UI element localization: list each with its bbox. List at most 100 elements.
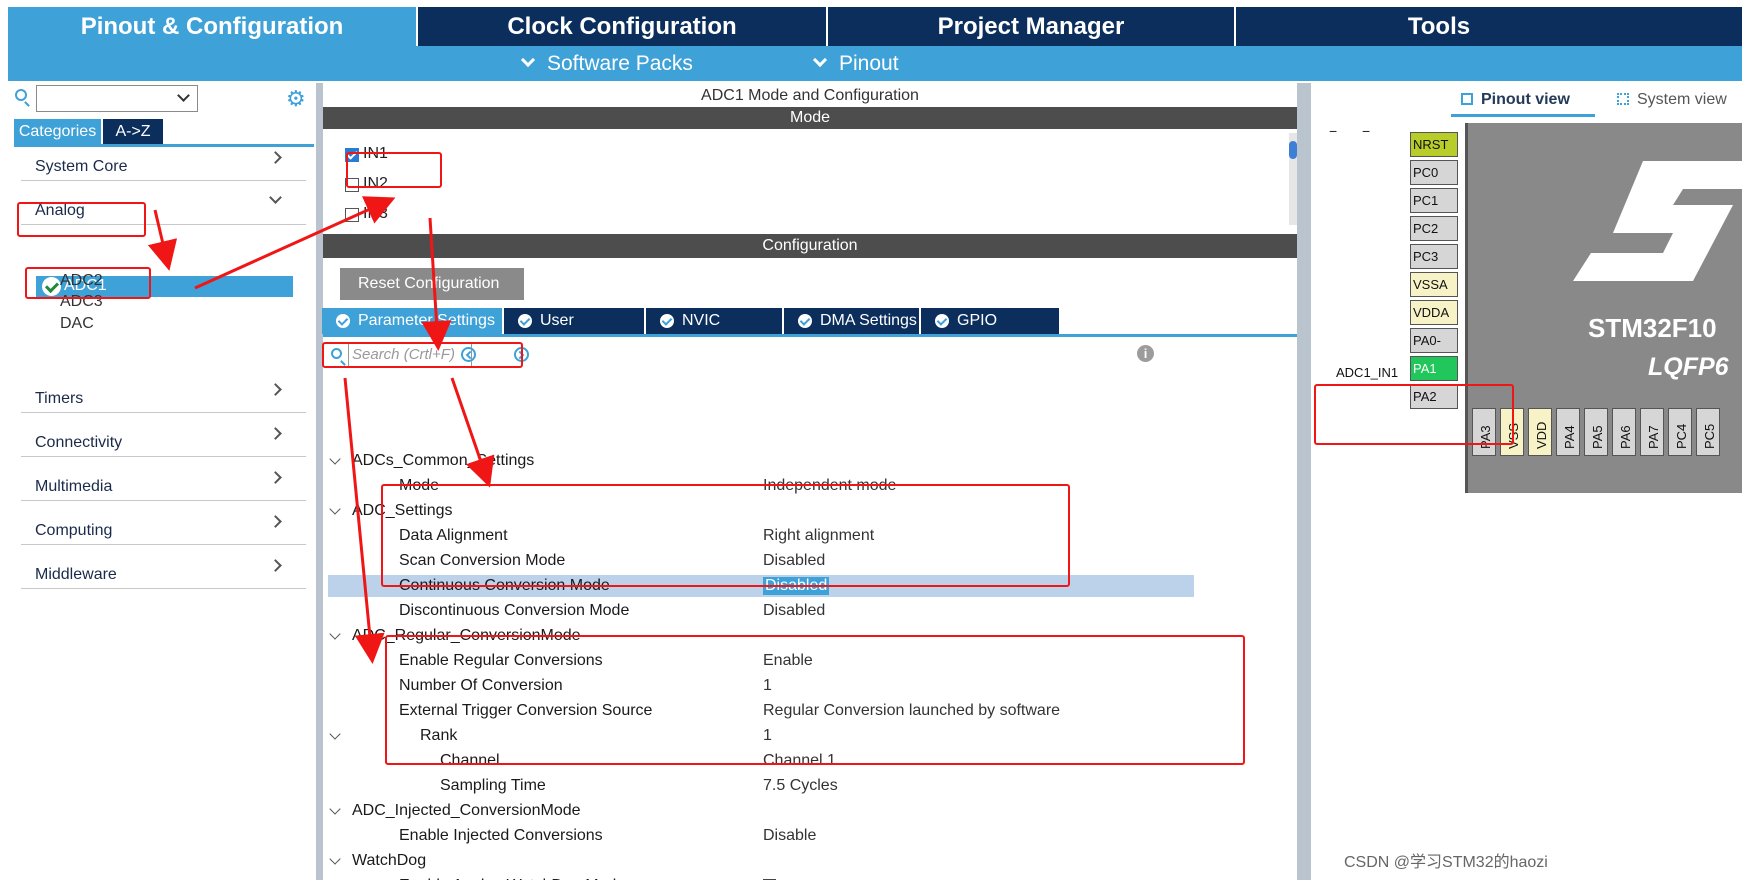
- peripheral-dac[interactable]: DAC: [60, 315, 94, 333]
- annotation-box-adc1: [25, 267, 151, 299]
- mode-scrollbar[interactable]: [1289, 133, 1297, 225]
- right-splitter[interactable]: [1297, 83, 1311, 880]
- category-system-core[interactable]: System Core: [21, 137, 306, 181]
- mode-header: Mode: [323, 107, 1297, 129]
- chevron-right-icon: [269, 515, 282, 528]
- pin-pc0[interactable]: PC0: [1410, 160, 1458, 185]
- left-splitter[interactable]: [316, 83, 323, 880]
- parameter-row[interactable]: Enable Analog WatchDog Mode: [328, 875, 1194, 880]
- pin-pc4[interactable]: PC4: [1668, 408, 1692, 456]
- pin-pa6[interactable]: PA6: [1612, 408, 1636, 456]
- check-circle-icon: [798, 314, 812, 328]
- parameter-group[interactable]: WatchDog: [328, 850, 1194, 872]
- chevron-down-icon[interactable]: [329, 628, 341, 640]
- pin-pa1[interactable]: PA1: [1410, 356, 1458, 381]
- category-search-combo[interactable]: [36, 85, 198, 112]
- chevron-right-icon: [269, 471, 282, 484]
- parameter-row[interactable]: Enable Injected Conversions Disable: [328, 825, 1194, 847]
- pin-vssa[interactable]: VSSA: [1410, 272, 1458, 297]
- check-circle-icon: [336, 314, 350, 328]
- pin-label: PC4: [1674, 423, 1689, 449]
- tab-pinout-configuration[interactable]: Pinout & Configuration: [8, 7, 416, 46]
- chevron-right-icon: [269, 559, 282, 572]
- tab-nvic-settings[interactable]: NVIC Settings: [646, 308, 782, 355]
- configuration-header: Configuration: [323, 234, 1297, 258]
- checkbox-icon[interactable]: [345, 208, 359, 222]
- pin-pc1[interactable]: PC1: [1410, 188, 1458, 213]
- divider: −: [1329, 123, 1338, 139]
- parameter-group[interactable]: ADC_Injected_ConversionMode: [328, 800, 1194, 822]
- tab-pinout-view[interactable]: Pinout view: [1451, 91, 1595, 117]
- pin-label: PA4: [1562, 425, 1577, 449]
- pin-pc2[interactable]: PC2: [1410, 216, 1458, 241]
- tab-clock-configuration[interactable]: Clock Configuration: [418, 7, 826, 46]
- pin-assignment-label: ADC1_IN1: [1336, 365, 1399, 380]
- tab-label: DMA Settings: [820, 312, 917, 329]
- parameter-row[interactable]: Sampling Time 7.5 Cycles: [328, 775, 1194, 797]
- category-label: Multimedia: [35, 478, 113, 495]
- reset-configuration-button[interactable]: Reset Configuration: [340, 268, 524, 300]
- category-timers[interactable]: Timers: [21, 369, 306, 413]
- parameter-name: WatchDog: [352, 852, 427, 869]
- parameter-value[interactable]: Disabled: [763, 602, 825, 620]
- pinout-menu[interactable]: Pinout: [812, 46, 899, 81]
- parameter-value[interactable]: 7.5 Cycles: [763, 777, 838, 795]
- pin-pa0[interactable]: PA0-: [1410, 328, 1458, 353]
- chevron-down-icon[interactable]: [329, 453, 341, 465]
- top-navigation: Pinout & Configuration Clock Configurati…: [8, 7, 1742, 46]
- pin-label: PC5: [1702, 423, 1717, 449]
- pin-nrst[interactable]: NRST: [1410, 132, 1458, 157]
- st-logo-icon: [1573, 161, 1742, 281]
- tab-parameter-settings[interactable]: Parameter Settings: [322, 308, 502, 334]
- chevron-down-icon[interactable]: [329, 853, 341, 865]
- pin-pc3[interactable]: PC3: [1410, 244, 1458, 269]
- tab-dma-settings[interactable]: DMA Settings: [784, 308, 919, 334]
- category-connectivity[interactable]: Connectivity: [21, 413, 306, 457]
- info-icon[interactable]: i: [1137, 345, 1154, 362]
- chevron-down-icon[interactable]: [329, 503, 341, 515]
- pin-pc5[interactable]: PC5: [1696, 408, 1720, 456]
- parameter-name: Enable Injected Conversions: [399, 827, 603, 844]
- tab-label: Parameter Settings: [358, 312, 495, 329]
- tab-project-manager[interactable]: Project Manager: [828, 7, 1234, 46]
- pin-vdda[interactable]: VDDA: [1410, 300, 1458, 325]
- divider: −: [1362, 123, 1371, 139]
- parameter-value[interactable]: Disable: [763, 827, 816, 845]
- pin-vdd[interactable]: VDD: [1528, 408, 1552, 456]
- category-label: System Core: [35, 158, 128, 175]
- category-label: Connectivity: [35, 434, 123, 451]
- pin-pa7[interactable]: PA7: [1640, 408, 1664, 456]
- sub-menu-bar: Software Packs Pinout: [8, 46, 1742, 81]
- parameter-row[interactable]: Discontinuous Conversion Mode Disabled: [328, 600, 1194, 622]
- pin-pa4[interactable]: PA4: [1556, 408, 1580, 456]
- tab-user-constants[interactable]: User Constants: [504, 308, 644, 355]
- category-computing[interactable]: Computing: [21, 501, 306, 545]
- gear-icon[interactable]: ⚙: [286, 88, 306, 110]
- category-label: Middleware: [35, 566, 117, 583]
- chip-icon: [1461, 93, 1473, 105]
- annotation-box-analog: [17, 202, 146, 237]
- grid-icon: [1617, 93, 1629, 105]
- chevron-down-icon: [812, 52, 828, 68]
- category-middleware[interactable]: Middleware: [21, 545, 306, 589]
- annotation-box-adc-settings: [381, 484, 1070, 587]
- watermark: CSDN @学习STM32的haozi: [1344, 854, 1548, 871]
- pinout-view-panel: Pinout view System view − − STM32F10 LQF…: [1311, 83, 1742, 880]
- chevron-right-icon: [269, 427, 282, 440]
- tab-tools[interactable]: Tools: [1236, 7, 1642, 46]
- pin-label: PA7: [1646, 425, 1661, 449]
- mode-in3[interactable]: IN3: [345, 205, 388, 223]
- software-packs-label: Software Packs: [547, 52, 693, 75]
- parameter-name: ADC_Injected_ConversionMode: [352, 802, 581, 819]
- parameter-group[interactable]: ADCs_Common_Settings: [328, 450, 1194, 472]
- pin-pa5[interactable]: PA5: [1584, 408, 1608, 456]
- tab-system-view[interactable]: System view: [1617, 91, 1737, 117]
- software-packs-menu[interactable]: Software Packs: [520, 46, 693, 81]
- parameter-name: Sampling Time: [440, 777, 546, 794]
- chevron-down-icon[interactable]: [329, 728, 341, 740]
- check-circle-icon: [518, 314, 532, 328]
- category-multimedia[interactable]: Multimedia: [21, 457, 306, 501]
- tab-gpio-settings[interactable]: GPIO Settings: [921, 308, 1059, 355]
- chip-package: LQFP6: [1648, 353, 1729, 381]
- chevron-down-icon[interactable]: [329, 803, 341, 815]
